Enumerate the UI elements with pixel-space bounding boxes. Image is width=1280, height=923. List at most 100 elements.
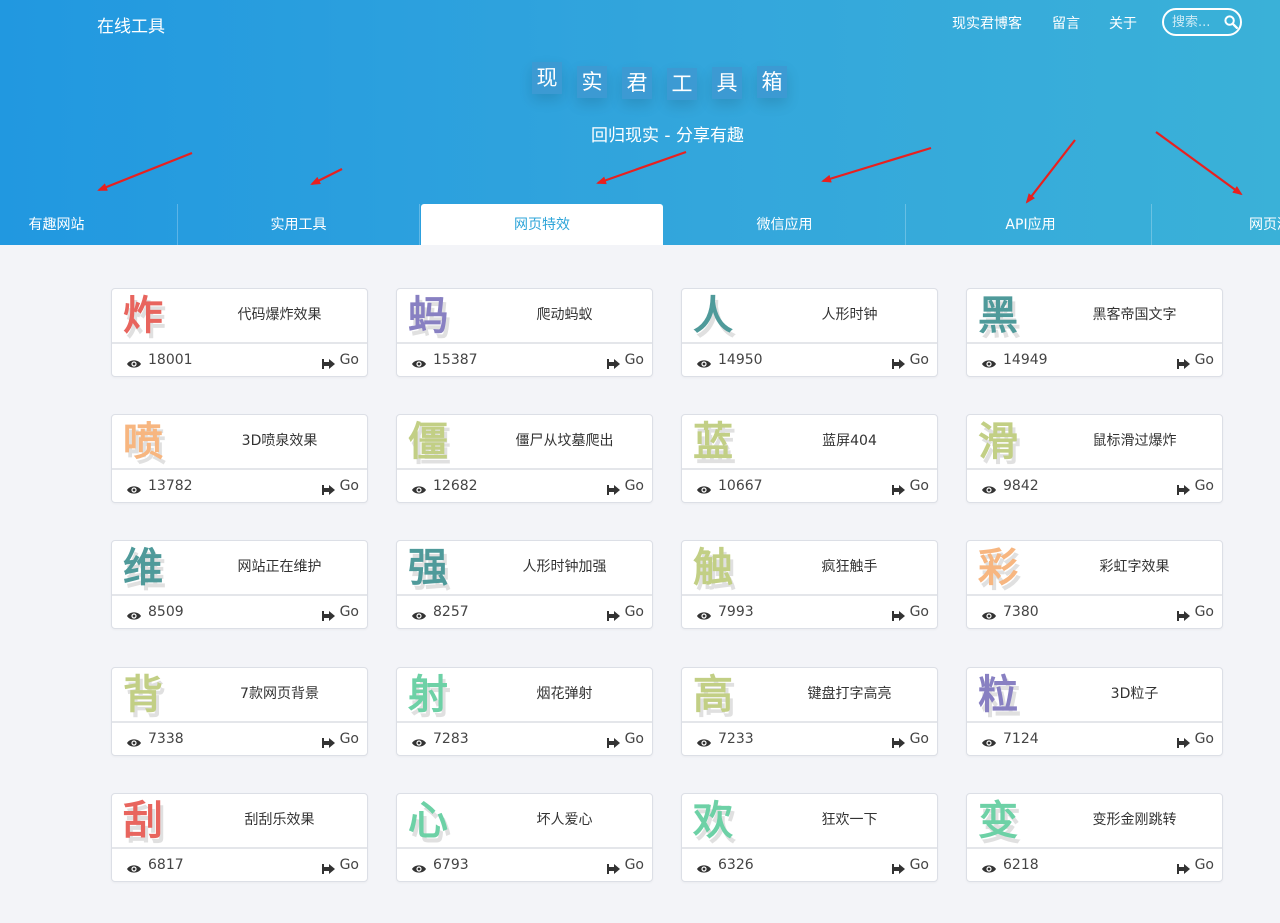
effect-card[interactable]: 心 坏人爱心 6793 Go [396, 793, 653, 882]
effect-card[interactable]: 背 7款网页背景 7338 Go [111, 667, 368, 756]
go-link[interactable]: Go [340, 604, 359, 620]
sign-in-icon[interactable] [892, 734, 906, 748]
card-title[interactable]: 彩虹字效果 [1047, 556, 1222, 576]
sign-in-icon[interactable] [607, 607, 621, 621]
effect-card[interactable]: 变 变形金刚跳转 6218 Go [966, 793, 1223, 882]
go-link[interactable]: Go [1195, 604, 1214, 620]
card-title[interactable]: 网站正在维护 [192, 556, 367, 576]
sign-in-icon[interactable] [322, 607, 336, 621]
go-link[interactable]: Go [910, 731, 929, 747]
nav-link-about[interactable]: 关于 [1109, 13, 1137, 33]
effect-card[interactable]: 高 键盘打字高亮 7233 Go [681, 667, 938, 756]
go-link[interactable]: Go [1195, 857, 1214, 873]
view-count: 14949 [1003, 352, 1048, 368]
effect-card[interactable]: 炸 代码爆炸效果 18001 Go [111, 288, 368, 377]
card-title[interactable]: 疯狂触手 [762, 556, 937, 576]
tab-wechat-apps[interactable]: 微信应用 [664, 204, 906, 245]
go-link[interactable]: Go [340, 731, 359, 747]
sign-in-icon[interactable] [1177, 734, 1191, 748]
effect-card[interactable]: 刮 刮刮乐效果 6817 Go [111, 793, 368, 882]
go-link[interactable]: Go [1195, 478, 1214, 494]
card-title[interactable]: 蓝屏404 [762, 430, 937, 450]
go-link[interactable]: Go [340, 857, 359, 873]
effect-card[interactable]: 僵 僵尸从坟墓爬出 12682 Go [396, 414, 653, 503]
sign-in-icon[interactable] [892, 481, 906, 495]
go-link[interactable]: Go [910, 352, 929, 368]
card-title[interactable]: 鼠标滑过爆炸 [1047, 430, 1222, 450]
card-title[interactable]: 黑客帝国文字 [1047, 304, 1222, 324]
card-title[interactable]: 烟花弹射 [477, 683, 652, 703]
effect-card[interactable]: 强 人形时钟加强 8257 Go [396, 540, 653, 629]
go-link[interactable]: Go [340, 352, 359, 368]
view-count: 13782 [148, 478, 193, 494]
card-title[interactable]: 刮刮乐效果 [192, 809, 367, 829]
effect-card[interactable]: 触 疯狂触手 7993 Go [681, 540, 938, 629]
sign-in-icon[interactable] [607, 355, 621, 369]
go-link[interactable]: Go [910, 604, 929, 620]
tab-web-games[interactable]: 网页游戏 [1157, 204, 1280, 245]
sign-in-icon[interactable] [1177, 607, 1191, 621]
sign-in-icon[interactable] [1177, 355, 1191, 369]
card-title[interactable]: 代码爆炸效果 [192, 304, 367, 324]
card-title[interactable]: 键盘打字高亮 [762, 683, 937, 703]
nav-link-blog[interactable]: 现实君博客 [952, 13, 1022, 33]
effect-card[interactable]: 射 烟花弹射 7283 Go [396, 667, 653, 756]
go-link[interactable]: Go [625, 352, 644, 368]
card-initial: 滑 [978, 419, 1018, 465]
card-title[interactable]: 爬动蚂蚁 [477, 304, 652, 324]
header-banner: 在线工具 现实君博客 留言 关于 现 实 君 工 具 箱 回归现实 - 分享有趣… [0, 0, 1280, 245]
sign-in-icon[interactable] [1177, 860, 1191, 874]
effect-card[interactable]: 蓝 蓝屏404 10667 Go [681, 414, 938, 503]
sign-in-icon[interactable] [607, 860, 621, 874]
sign-in-icon[interactable] [607, 481, 621, 495]
card-title[interactable]: 7款网页背景 [192, 683, 367, 703]
go-link[interactable]: Go [625, 478, 644, 494]
tab-tools[interactable]: 实用工具 [178, 204, 420, 245]
go-link[interactable]: Go [340, 478, 359, 494]
search-input[interactable] [1172, 14, 1224, 30]
nav-link-message[interactable]: 留言 [1052, 13, 1080, 33]
eye-icon [981, 607, 997, 620]
card-title[interactable]: 人形时钟 [762, 304, 937, 324]
tab-web-effects[interactable]: 网页特效 [421, 204, 663, 245]
effect-card[interactable]: 人 人形时钟 14950 Go [681, 288, 938, 377]
go-link[interactable]: Go [1195, 731, 1214, 747]
effect-card[interactable]: 欢 狂欢一下 6326 Go [681, 793, 938, 882]
tab-fun-sites[interactable]: 有趣网站 [0, 204, 178, 245]
search-icon[interactable] [1224, 15, 1238, 29]
site-brand[interactable]: 在线工具 [97, 12, 165, 37]
card-title[interactable]: 僵尸从坟墓爬出 [477, 430, 652, 450]
view-count: 12682 [433, 478, 478, 494]
sign-in-icon[interactable] [322, 860, 336, 874]
sign-in-icon[interactable] [607, 734, 621, 748]
go-link[interactable]: Go [625, 604, 644, 620]
effect-card[interactable]: 喷 3D喷泉效果 13782 Go [111, 414, 368, 503]
effect-card[interactable]: 维 网站正在维护 8509 Go [111, 540, 368, 629]
card-title[interactable]: 变形金刚跳转 [1047, 809, 1222, 829]
card-initial: 变 [978, 798, 1018, 844]
go-link[interactable]: Go [910, 478, 929, 494]
card-title[interactable]: 坏人爱心 [477, 809, 652, 829]
effect-card[interactable]: 彩 彩虹字效果 7380 Go [966, 540, 1223, 629]
sign-in-icon[interactable] [322, 734, 336, 748]
effect-card[interactable]: 滑 鼠标滑过爆炸 9842 Go [966, 414, 1223, 503]
sign-in-icon[interactable] [1177, 481, 1191, 495]
card-title[interactable]: 3D喷泉效果 [192, 430, 367, 450]
sign-in-icon[interactable] [892, 607, 906, 621]
go-link[interactable]: Go [625, 857, 644, 873]
card-title[interactable]: 3D粒子 [1047, 683, 1222, 703]
go-link[interactable]: Go [1195, 352, 1214, 368]
card-title[interactable]: 人形时钟加强 [477, 556, 652, 576]
sign-in-icon[interactable] [322, 355, 336, 369]
effect-card[interactable]: 蚂 爬动蚂蚁 15387 Go [396, 288, 653, 377]
sign-in-icon[interactable] [892, 860, 906, 874]
tab-api-apps[interactable]: API应用 [910, 204, 1152, 245]
sign-in-icon[interactable] [892, 355, 906, 369]
effect-card[interactable]: 黑 黑客帝国文字 14949 Go [966, 288, 1223, 377]
effect-card[interactable]: 粒 3D粒子 7124 Go [966, 667, 1223, 756]
card-title[interactable]: 狂欢一下 [762, 809, 937, 829]
go-link[interactable]: Go [625, 731, 644, 747]
sign-in-icon[interactable] [322, 481, 336, 495]
go-link[interactable]: Go [910, 857, 929, 873]
card-divider [967, 847, 1222, 849]
